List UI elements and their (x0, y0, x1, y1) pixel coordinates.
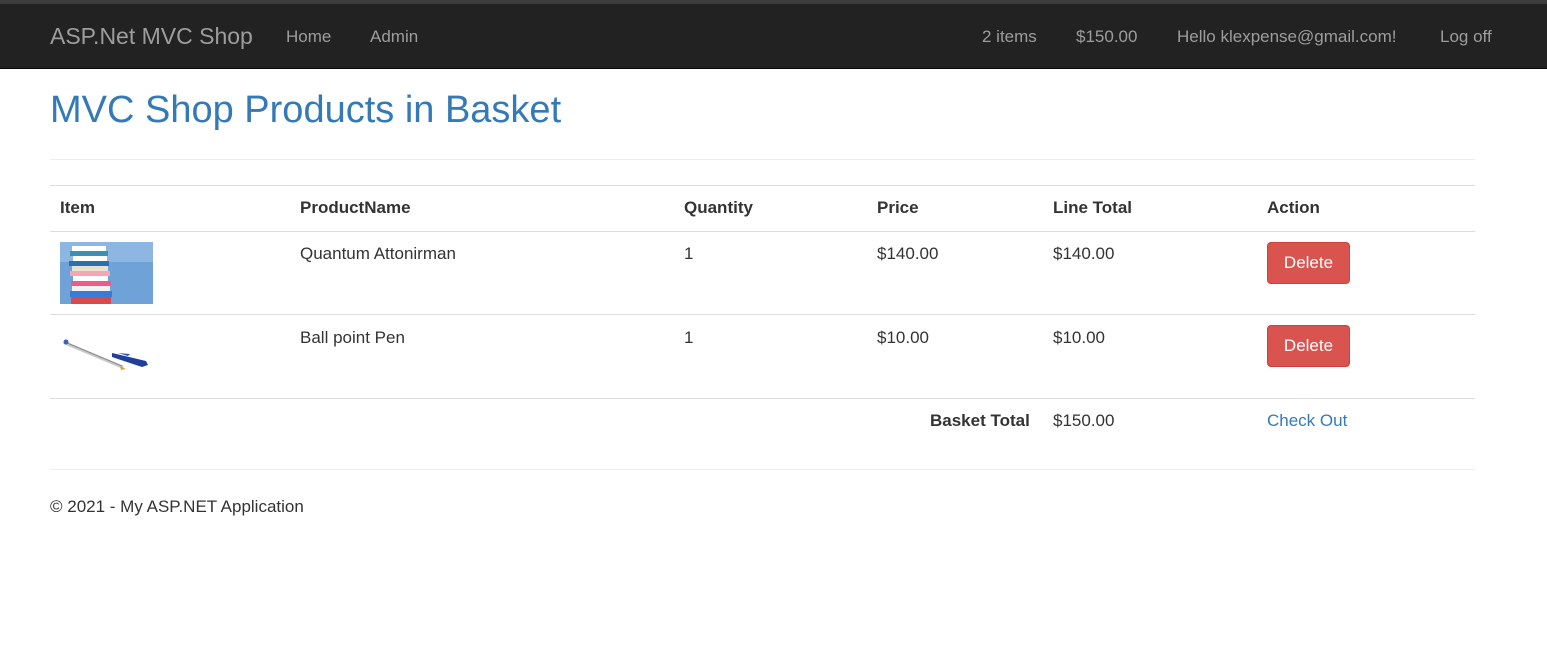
ballpoint-pen-image (60, 325, 153, 387)
price-value: $140.00 (877, 244, 939, 263)
header-action: Action (1267, 198, 1320, 217)
header-item: Item (60, 198, 95, 217)
header-price: Price (877, 198, 919, 217)
basket-total-value: $150.00 (1053, 411, 1115, 430)
product-name: Ball point Pen (300, 328, 405, 347)
product-name: Quantum Attonirman (300, 244, 456, 263)
navbar: ASP.Net MVC Shop Home Admin 2 items $150… (0, 0, 1547, 69)
basket-count-link[interactable]: 2 items (982, 27, 1037, 47)
delete-button[interactable]: Delete (1267, 242, 1350, 284)
footer-divider (50, 469, 1475, 470)
row-divider (50, 398, 1475, 399)
line-total-value: $140.00 (1053, 244, 1115, 263)
basket-total-label: Basket Total (930, 411, 1030, 430)
line-total-value: $10.00 (1053, 328, 1105, 347)
delete-button[interactable]: Delete (1267, 325, 1350, 367)
basket-total-link[interactable]: $150.00 (1076, 27, 1137, 47)
divider (50, 159, 1475, 160)
header-line-total: Line Total (1053, 198, 1133, 217)
quantity-value: 1 (684, 244, 694, 263)
books-stack-image (60, 242, 153, 304)
nav-link-admin[interactable]: Admin (370, 27, 418, 47)
nav-link-home[interactable]: Home (286, 27, 331, 47)
page-title: MVC Shop Products in Basket (50, 89, 562, 131)
price-value: $10.00 (877, 328, 929, 347)
table-top-border (50, 185, 1475, 186)
user-greeting-link[interactable]: Hello klexpense@gmail.com! (1177, 27, 1396, 47)
header-quantity: Quantity (684, 198, 753, 217)
footer-copyright: © 2021 - My ASP.NET Application (50, 497, 304, 516)
checkout-link[interactable]: Check Out (1267, 411, 1347, 431)
row-divider (50, 314, 1475, 315)
logoff-link[interactable]: Log off (1440, 27, 1492, 47)
header-product-name: ProductName (300, 198, 411, 217)
header-bottom-border (50, 231, 1475, 232)
quantity-value: 1 (684, 328, 694, 347)
brand-link[interactable]: ASP.Net MVC Shop (50, 23, 253, 50)
